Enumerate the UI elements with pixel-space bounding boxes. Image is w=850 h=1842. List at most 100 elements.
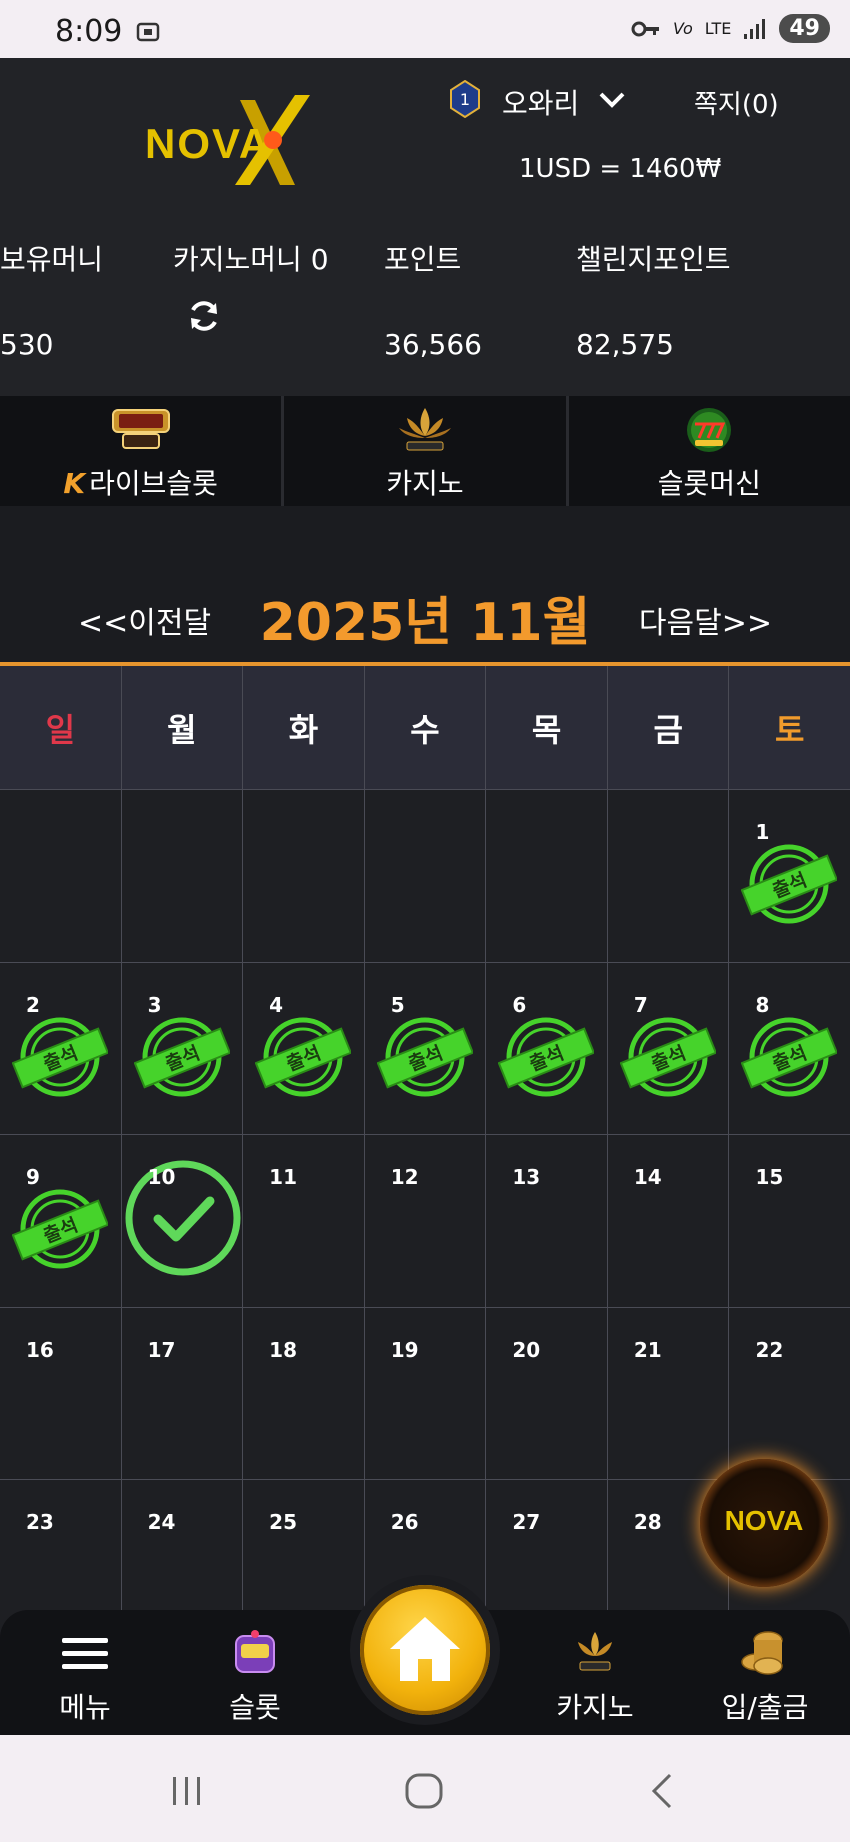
day-number: 18 xyxy=(269,1337,297,1362)
calendar-day-7[interactable]: 7 출석 xyxy=(607,962,730,1135)
rank-badge-icon: 1 xyxy=(450,80,480,118)
volte-icon: Vo xyxy=(672,19,693,38)
casino-lotus-icon xyxy=(578,1632,612,1671)
day-number: 23 xyxy=(26,1510,54,1534)
balance-value-money: 530 xyxy=(0,328,54,361)
nav-menu-label: 메뉴 xyxy=(59,1691,111,1724)
svg-text:1: 1 xyxy=(460,90,470,109)
balance-label-challenge: 챌린지포인트 xyxy=(576,243,731,276)
battery-level: 49 xyxy=(779,14,830,43)
chevron-down-icon[interactable] xyxy=(598,88,626,112)
nav-casino-label: 카지노 xyxy=(556,1691,634,1724)
calendar-day-19[interactable]: 19 xyxy=(364,1307,487,1480)
calendar-day-3[interactable]: 3 출석 xyxy=(121,962,244,1135)
next-month-button[interactable]: 다음달>> xyxy=(639,598,772,642)
category-slot-machine[interactable]: 슬롯머신 xyxy=(569,396,850,506)
calendar-week: 1 출석 xyxy=(0,790,850,963)
k-brand-icon: K xyxy=(63,467,86,500)
site-header: NOVA 1 오와리 쪽지(0) 1USD = 1460₩ 보유머니 카지노머니… xyxy=(0,58,850,398)
calendar-day-empty xyxy=(0,790,122,963)
day-number: 10 xyxy=(147,1165,176,1189)
balance-value-challenge: 82,575 xyxy=(576,328,674,361)
calendar-day-5[interactable]: 5 출석 xyxy=(364,962,487,1135)
attendance-stamp-icon: 출석 xyxy=(12,1189,108,1269)
messages-link[interactable]: 쪽지(0) xyxy=(694,84,779,121)
home-button[interactable] xyxy=(360,1585,490,1715)
home-icon xyxy=(390,1617,460,1681)
prev-month-button[interactable]: <<이전달 xyxy=(78,598,211,642)
calendar-day-6[interactable]: 6 출석 xyxy=(486,962,608,1135)
calendar-day-12[interactable]: 12 xyxy=(364,1135,487,1308)
calendar-day-1[interactable]: 1 출석 xyxy=(729,790,850,963)
live-slot-icon xyxy=(111,409,170,449)
month-navigation: 2025년 11월 <<이전달 다음달>> xyxy=(0,570,850,660)
day-number: 16 xyxy=(26,1337,54,1362)
fab-logo-text: NOVA xyxy=(724,1505,804,1536)
game-categories: K 라이브슬롯 카지노 슬롯머신 xyxy=(0,396,850,506)
777-slots-icon xyxy=(687,408,732,452)
balance-value-point: 36,566 xyxy=(384,328,482,361)
nav-deposit[interactable]: 입/출금 xyxy=(700,1610,830,1735)
slot-machine-icon xyxy=(235,1630,275,1673)
recent-apps-icon[interactable] xyxy=(167,1771,207,1811)
vpn-key-icon xyxy=(631,21,659,36)
day-number: 13 xyxy=(512,1165,541,1189)
attendance-stamp-icon: 출석 xyxy=(741,844,838,924)
calendar-day-21[interactable]: 21 xyxy=(607,1307,730,1480)
attendance-stamp-icon: 출석 xyxy=(498,1017,595,1096)
weekday-header: 일 월 화 수 목 금 토 xyxy=(0,666,850,790)
day-number: 24 xyxy=(147,1510,176,1534)
weekday-thu: 목 xyxy=(486,666,608,790)
calendar-day-empty xyxy=(243,790,365,963)
calendar-day-20[interactable]: 20 xyxy=(486,1307,608,1480)
calendar-day-14[interactable]: 14 xyxy=(607,1135,730,1308)
weekday-tue: 화 xyxy=(243,666,365,790)
weekday-wed: 수 xyxy=(364,666,487,790)
day-number: 14 xyxy=(633,1165,662,1189)
nova-logo[interactable]: NOVA xyxy=(145,90,325,190)
calendar-day-13[interactable]: 13 xyxy=(486,1135,608,1308)
calendar-day-11[interactable]: 11 xyxy=(243,1135,365,1308)
day-number: 27 xyxy=(512,1510,541,1534)
nav-slot[interactable]: 슬롯 xyxy=(190,1610,320,1735)
category-casino-label: 카지노 xyxy=(386,467,464,500)
calendar-day-22[interactable]: 22 xyxy=(729,1307,850,1480)
status-time: 8:09 xyxy=(55,14,123,49)
signal-icon xyxy=(744,18,766,39)
balance-label-money: 보유머니 xyxy=(0,243,104,276)
nav-casino[interactable]: 카지노 xyxy=(530,1610,660,1735)
calendar-day-10[interactable]: 10 xyxy=(121,1135,244,1308)
calendar-day-4[interactable]: 4 출석 xyxy=(243,962,365,1135)
attendance-stamp-icon: 출석 xyxy=(376,1017,473,1096)
attendance-stamp-icon: 출석 xyxy=(12,1017,108,1096)
calendar-day-9[interactable]: 9 출석 xyxy=(0,1135,122,1308)
calendar-day-16[interactable]: 16 xyxy=(0,1307,122,1480)
attendance-stamp-icon: 출석 xyxy=(741,1017,838,1096)
floating-nova-button[interactable]: NOVA xyxy=(700,1459,828,1587)
calendar-day-15[interactable]: 15 xyxy=(729,1135,850,1308)
calendar-week: 9 출석 10 11 12 13 14 15 xyxy=(0,1135,850,1308)
nav-menu[interactable]: 메뉴 xyxy=(20,1610,150,1735)
username[interactable]: 오와리 xyxy=(502,82,579,122)
calendar-day-empty xyxy=(364,790,487,963)
calendar-week: 2 출석 3 출석 4 출석 5 출석 6 출석 7 출석 8 출석 xyxy=(0,962,850,1135)
back-icon[interactable] xyxy=(644,1771,684,1811)
day-number: 22 xyxy=(755,1337,784,1362)
calendar-day-2[interactable]: 2 출석 xyxy=(0,962,122,1135)
day-number: 20 xyxy=(512,1337,541,1362)
category-live-slot[interactable]: K 라이브슬롯 xyxy=(0,396,285,506)
day-number: 11 xyxy=(269,1165,297,1189)
category-casino[interactable]: 카지노 xyxy=(284,396,569,506)
calendar-day-8[interactable]: 8 출석 xyxy=(729,962,850,1135)
balance-label-point: 포인트 xyxy=(384,243,462,276)
calendar-day-18[interactable]: 18 xyxy=(243,1307,365,1480)
refresh-icon[interactable] xyxy=(186,298,222,334)
day-number: 15 xyxy=(755,1165,784,1189)
calendar-day-17[interactable]: 17 xyxy=(121,1307,244,1480)
network-type: LTE xyxy=(704,19,732,38)
category-slot-machine-label: 슬롯머신 xyxy=(657,467,761,500)
calendar-day-empty xyxy=(121,790,244,963)
home-system-icon[interactable] xyxy=(404,1771,444,1811)
screenshot-icon xyxy=(136,22,160,42)
day-number: 26 xyxy=(390,1510,419,1534)
